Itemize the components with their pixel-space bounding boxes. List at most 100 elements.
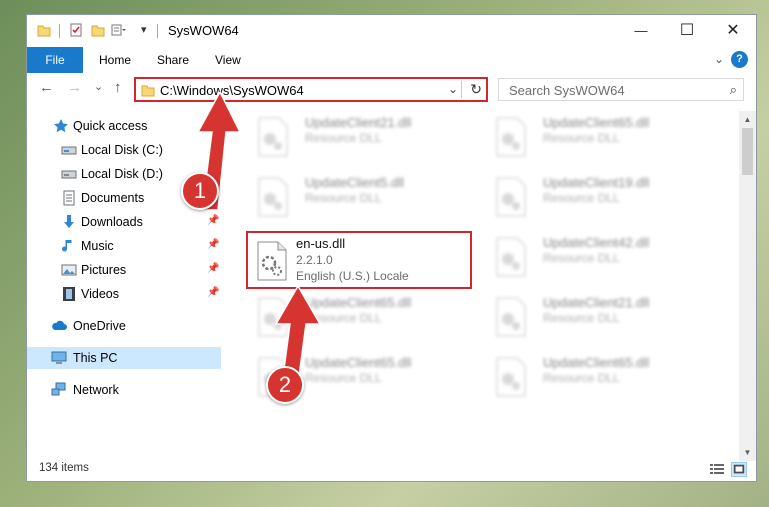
- file-item[interactable]: UpdateClient5.dll Resource DLL: [247, 171, 477, 229]
- sidebar-item-onedrive[interactable]: OneDrive: [27, 315, 221, 337]
- file-name: UpdateClient5.dll: [305, 175, 405, 190]
- sidebar-item-label: Quick access: [73, 119, 148, 133]
- file-description: English (U.S.) Locale: [296, 269, 409, 283]
- file-item[interactable]: UpdateClient65.dll Resource DLL: [485, 111, 715, 169]
- toolbar-divider: [59, 24, 60, 38]
- ribbon-expand-icon[interactable]: ⌄: [714, 52, 724, 66]
- minimize-button[interactable]: —: [618, 15, 664, 47]
- tab-view[interactable]: View: [215, 47, 241, 73]
- sidebar-item-label: Local Disk (C:): [81, 143, 163, 157]
- file-item[interactable]: UpdateClient42.dll Resource DLL: [485, 231, 715, 289]
- sidebar-item-label: Local Disk (D:): [81, 167, 163, 181]
- sidebar-item-this-pc[interactable]: This PC: [27, 347, 221, 369]
- pin-icon[interactable]: 📌: [207, 215, 219, 226]
- file-description: Resource DLL: [543, 371, 620, 385]
- sidebar-item-label: Music: [81, 239, 114, 253]
- navigation-bar: ← → ⌄ ↑ C:\Windows\SysWOW64 ⌄ ↻ Search S…: [27, 73, 756, 105]
- file-name: UpdateClient42.dll: [543, 235, 650, 250]
- videos-icon: [63, 287, 75, 301]
- dll-file-icon: [496, 117, 526, 157]
- tab-share[interactable]: Share: [157, 47, 189, 73]
- toolbar-divider: [157, 24, 158, 38]
- computer-icon: [51, 351, 67, 364]
- file-item[interactable]: UpdateClient65.dll Resource DLL: [485, 351, 715, 409]
- vertical-scrollbar[interactable]: ▲ ▼: [739, 111, 756, 461]
- forward-button[interactable]: →: [67, 79, 82, 96]
- file-description: Resource DLL: [543, 131, 620, 145]
- address-dropdown-icon[interactable]: ⌄: [448, 82, 458, 96]
- recent-locations-button[interactable]: ⌄: [94, 80, 103, 93]
- annotation-badge-1: 1: [181, 172, 219, 210]
- details-view-icon[interactable]: [709, 462, 725, 477]
- file-description: Resource DLL: [305, 191, 382, 205]
- file-version: 2.2.1.0: [296, 253, 333, 267]
- sidebar-item-pictures[interactable]: Pictures 📌: [27, 259, 221, 281]
- search-icon[interactable]: ⌕: [730, 82, 737, 98]
- pin-icon[interactable]: 📌: [207, 263, 219, 274]
- file-name: en-us.dll: [296, 236, 346, 251]
- scrollbar-thumb[interactable]: [742, 128, 753, 175]
- file-tab[interactable]: File: [27, 47, 83, 73]
- dll-file-icon: [257, 241, 287, 281]
- star-icon: [54, 119, 68, 133]
- sidebar-item-label: OneDrive: [73, 319, 126, 333]
- file-name: UpdateClient21.dll: [543, 295, 650, 310]
- explorer-window: ▾ SysWOW64 — ☐ ✕ File Home Share View ⌄ …: [26, 14, 757, 482]
- title-bar: ▾ SysWOW64 — ☐ ✕: [27, 15, 756, 47]
- file-name: UpdateClient65.dll: [543, 355, 650, 370]
- sidebar-item-label: Documents: [81, 191, 145, 205]
- properties-icon[interactable]: [69, 23, 83, 37]
- sidebar-item-label: Videos: [81, 287, 119, 301]
- drive-icon: [61, 146, 77, 155]
- dll-file-icon: [258, 117, 288, 157]
- sidebar-item-videos[interactable]: Videos 📌: [27, 283, 221, 305]
- music-icon: [62, 240, 72, 252]
- sidebar-item-label: Pictures: [81, 263, 127, 277]
- item-count: 134 items: [39, 462, 89, 474]
- close-button[interactable]: ✕: [710, 15, 756, 47]
- dll-file-icon: [496, 177, 526, 217]
- dll-file-icon: [496, 297, 526, 337]
- new-folder-icon[interactable]: [91, 23, 105, 37]
- address-divider: [461, 81, 462, 98]
- download-icon: [64, 215, 74, 228]
- sidebar-item-label: Downloads: [81, 215, 143, 229]
- file-item[interactable]: UpdateClient21.dll Resource DLL: [247, 111, 477, 169]
- folder-icon[interactable]: [37, 23, 51, 37]
- file-item[interactable]: UpdateClient21.dll Resource DLL: [485, 291, 715, 349]
- quick-toolbar-dropdown-icon[interactable]: ▾: [141, 23, 147, 36]
- window-title: SysWOW64: [168, 23, 239, 38]
- help-icon[interactable]: ?: [731, 51, 748, 68]
- sidebar-item-network[interactable]: Network: [27, 379, 221, 401]
- pin-icon[interactable]: 📌: [207, 239, 219, 250]
- sidebar-item-label: This PC: [73, 351, 118, 365]
- file-item-en-us-dll[interactable]: en-us.dll 2.2.1.0 English (U.S.) Locale: [246, 231, 472, 289]
- customize-toolbar-icon[interactable]: [111, 23, 127, 37]
- file-name: UpdateClient21.dll: [305, 115, 412, 130]
- sidebar-item-downloads[interactable]: Downloads 📌: [27, 211, 221, 233]
- refresh-button[interactable]: ↻: [470, 81, 482, 98]
- file-description: Resource DLL: [543, 191, 620, 205]
- tab-home[interactable]: Home: [99, 47, 131, 73]
- file-description: Resource DLL: [543, 311, 620, 325]
- folder-icon: [141, 85, 155, 97]
- file-name: UpdateClient65.dll: [543, 115, 650, 130]
- pin-icon[interactable]: 📌: [207, 287, 219, 298]
- dll-file-icon: [496, 357, 526, 397]
- annotation-badge-2: 2: [266, 366, 304, 404]
- back-button[interactable]: ←: [39, 79, 54, 96]
- sidebar-item-music[interactable]: Music 📌: [27, 235, 221, 257]
- up-button[interactable]: ↑: [114, 79, 122, 96]
- maximize-button[interactable]: ☐: [664, 15, 710, 47]
- file-description: Resource DLL: [305, 131, 382, 145]
- network-icon: [51, 382, 66, 396]
- ribbon: File Home Share View ⌄ ?: [27, 47, 756, 73]
- file-item[interactable]: UpdateClient19.dll Resource DLL: [485, 171, 715, 229]
- large-icons-view-icon[interactable]: [731, 462, 747, 477]
- scroll-up-icon[interactable]: ▲: [739, 111, 756, 128]
- search-placeholder[interactable]: Search SysWOW64: [509, 83, 625, 98]
- status-bar: 134 items: [27, 459, 756, 481]
- search-box[interactable]: Search SysWOW64 ⌕: [498, 78, 744, 101]
- dll-file-icon: [496, 237, 526, 277]
- file-description: Resource DLL: [543, 251, 620, 265]
